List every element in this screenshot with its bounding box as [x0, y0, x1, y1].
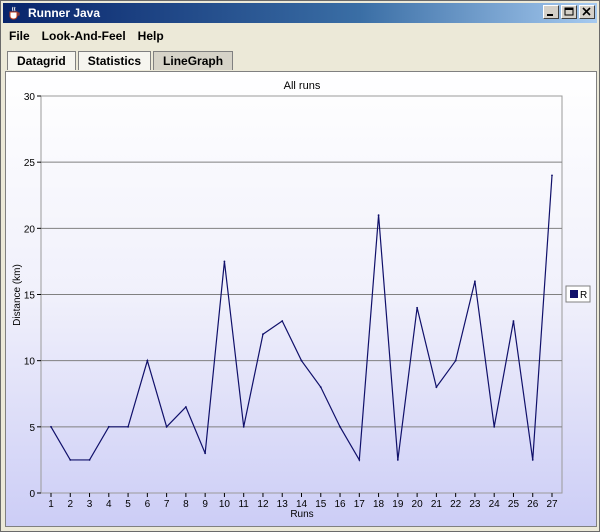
data-point: [146, 359, 149, 362]
y-tick-label: 15: [24, 291, 36, 302]
data-point: [69, 459, 72, 461]
data-point: [551, 174, 553, 177]
data-point: [242, 425, 245, 428]
window-controls: [543, 5, 595, 19]
x-tick-label: 8: [183, 499, 189, 510]
tab-strip: Datagrid Statistics LineGraph: [7, 51, 235, 71]
menu-bar: File Look-And-Feel Help: [3, 25, 597, 47]
x-tick-label: 19: [392, 499, 404, 510]
x-tick-label: 1: [48, 499, 54, 510]
legend: R: [565, 285, 591, 303]
y-tick-label: 10: [24, 357, 36, 368]
x-tick-label: 6: [145, 499, 151, 510]
tab-datagrid[interactable]: Datagrid: [7, 51, 76, 70]
data-point: [107, 425, 110, 428]
app-window: Runner Java File Look-And-Feel Help Data…: [0, 0, 600, 532]
x-tick-label: 4: [106, 499, 112, 510]
data-point: [165, 425, 168, 428]
title-bar[interactable]: Runner Java: [3, 3, 597, 23]
java-cup-icon: [6, 5, 22, 21]
data-point: [319, 386, 322, 389]
x-axis-label: Runs: [290, 509, 313, 520]
x-tick-label: 14: [296, 499, 308, 510]
y-tick-label: 30: [24, 92, 36, 103]
data-point: [88, 459, 91, 461]
window-title: Runner Java: [28, 6, 101, 20]
data-point: [512, 320, 515, 322]
x-tick-label: 15: [315, 499, 327, 510]
x-tick-label: 10: [219, 499, 231, 510]
close-icon: [582, 7, 591, 16]
data-point: [454, 359, 457, 362]
x-tick-label: 26: [527, 499, 539, 510]
menu-look-and-feel[interactable]: Look-And-Feel: [36, 29, 132, 43]
x-tick-label: 11: [238, 499, 249, 510]
data-point: [339, 425, 341, 428]
data-point: [396, 459, 399, 461]
y-tick-label: 5: [29, 423, 35, 434]
plot-area: 0510152025301 2 3 4 5 6 7 8 9 10 11 12 13 14 15 16 17 18 1…: [24, 92, 563, 510]
chart-title: All runs: [284, 80, 321, 92]
x-tick-label: 23: [469, 499, 481, 510]
x-tick-label: 27: [546, 499, 558, 510]
series-line: [50, 175, 553, 462]
data-point: [281, 320, 284, 322]
x-tick-label: 25: [508, 499, 520, 510]
x-tick-label: 24: [489, 499, 501, 510]
data-point: [223, 260, 226, 263]
legend-swatch: [570, 290, 578, 298]
data-point: [493, 425, 496, 428]
menu-file[interactable]: File: [3, 29, 36, 43]
data-point: [50, 425, 52, 428]
data-point: [300, 359, 303, 362]
data-point: [474, 280, 476, 283]
data-point: [204, 452, 207, 455]
data-point: [358, 459, 361, 461]
x-tick-label: 21: [431, 499, 443, 510]
x-tick-label: 22: [450, 499, 462, 510]
y-tick-label: 20: [24, 224, 36, 235]
x-tick-label: 3: [87, 499, 93, 510]
y-axis-label: Distance (km): [12, 264, 23, 326]
minimize-button[interactable]: [543, 5, 559, 19]
y-tick-label: 25: [24, 158, 36, 169]
x-tick-label: 18: [373, 499, 385, 510]
maximize-icon: [564, 7, 574, 16]
data-point: [262, 333, 264, 336]
x-tick-label: 9: [202, 499, 208, 510]
data-point: [435, 386, 438, 389]
x-tick-label: 2: [67, 499, 73, 510]
line-chart: All runs Distance (km) Runs 051015202530…: [12, 80, 591, 520]
x-tick-label: 20: [412, 499, 424, 510]
y-tick-label: 0: [29, 489, 35, 500]
chart-panel: All runs Distance (km) Runs 0 5 10 15 20 25 30…: [5, 71, 597, 527]
x-tick-label: 17: [354, 499, 366, 510]
x-tick-label: 12: [257, 499, 269, 510]
tab-linegraph[interactable]: LineGraph: [153, 51, 234, 70]
data-point: [127, 425, 129, 428]
data-point: [416, 306, 419, 309]
x-tick-label: 13: [277, 499, 289, 510]
x-tick-label: 7: [164, 499, 170, 510]
data-point: [377, 214, 380, 217]
legend-label: R: [580, 290, 587, 301]
x-tick-label: 5: [125, 499, 131, 510]
x-tick-label: 16: [334, 499, 346, 510]
tab-statistics[interactable]: Statistics: [77, 51, 152, 70]
minimize-icon: [547, 14, 553, 16]
data-point: [531, 459, 534, 461]
maximize-button[interactable]: [561, 5, 577, 19]
close-button[interactable]: [579, 5, 595, 19]
menu-help[interactable]: Help: [132, 29, 170, 43]
data-point: [184, 406, 187, 408]
